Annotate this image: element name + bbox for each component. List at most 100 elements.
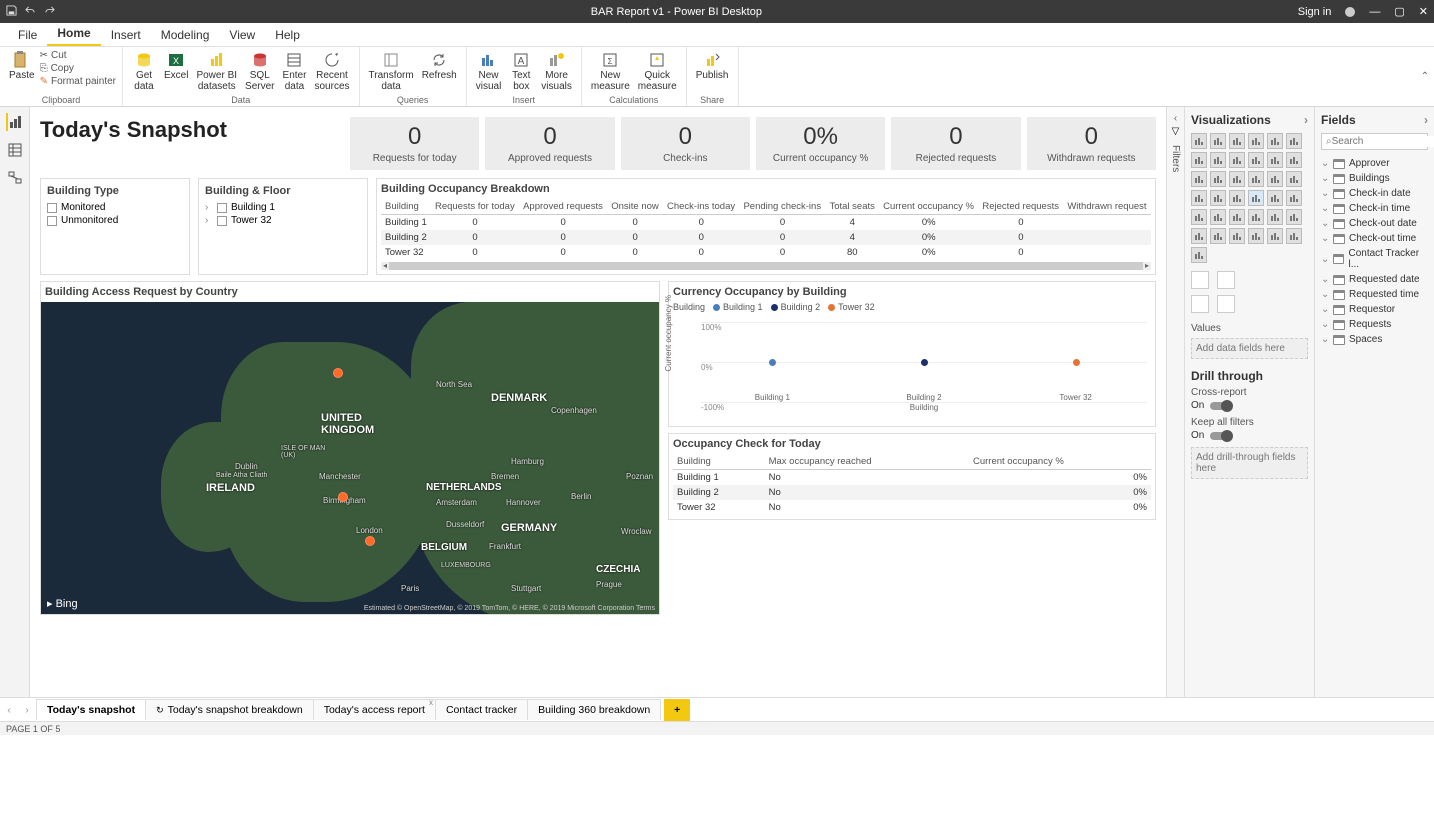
- table-row[interactable]: Building 2No0%: [673, 485, 1151, 500]
- profile-icon[interactable]: [1345, 7, 1355, 17]
- format-painter-button[interactable]: ✎Format painter: [40, 75, 116, 88]
- column-header[interactable]: Current occupancy %: [969, 454, 1151, 470]
- table-row[interactable]: Tower 3200000800%0: [381, 245, 1151, 260]
- collapse-pane-icon[interactable]: ›: [1424, 113, 1428, 127]
- viz-key-influencers-icon[interactable]: [1191, 228, 1207, 244]
- menutab-insert[interactable]: Insert: [101, 24, 151, 46]
- scatter-visual[interactable]: Currency Occupancy by Building Building …: [668, 281, 1156, 427]
- viz-stacked-area-icon[interactable]: [1229, 152, 1245, 168]
- map-marker[interactable]: [365, 536, 375, 546]
- kpi-card[interactable]: 0Requests for today: [350, 117, 479, 170]
- menutab-modeling[interactable]: Modeling: [151, 24, 220, 46]
- cut-button[interactable]: ✂Cut: [40, 49, 116, 62]
- keep-filters-toggle[interactable]: On: [1191, 430, 1308, 441]
- map-marker[interactable]: [333, 368, 343, 378]
- viz-waterfall-icon[interactable]: [1191, 171, 1207, 187]
- kpi-card[interactable]: 0Approved requests: [485, 117, 614, 170]
- column-header[interactable]: Max occupancy reached: [765, 454, 969, 470]
- viz-100-column-icon[interactable]: [1286, 133, 1302, 149]
- viz-r-icon[interactable]: [1267, 209, 1283, 225]
- enter-data-button[interactable]: Enterdata: [279, 49, 309, 95]
- viz-python-icon[interactable]: [1286, 209, 1302, 225]
- viz-shape-map-icon[interactable]: [1229, 190, 1245, 206]
- report-view-icon[interactable]: [6, 113, 24, 131]
- fields-search[interactable]: ⌕: [1321, 133, 1428, 150]
- data-point[interactable]: [921, 359, 928, 366]
- menutab-file[interactable]: File: [8, 24, 47, 46]
- slicer-option[interactable]: ›Tower 32: [205, 214, 361, 227]
- field-table[interactable]: ⌄Check-in date: [1321, 186, 1428, 201]
- scroll-thumb[interactable]: [389, 262, 1143, 270]
- fields-tab-icon[interactable]: [1191, 271, 1209, 289]
- scroll-right-icon[interactable]: ▸: [1143, 261, 1151, 270]
- excel-button[interactable]: XExcel: [161, 49, 191, 95]
- save-icon[interactable]: [6, 5, 17, 19]
- viz-clustered-column-icon[interactable]: [1248, 133, 1264, 149]
- viz-scatter-icon[interactable]: [1229, 171, 1245, 187]
- viz-ribbon-icon[interactable]: [1286, 152, 1302, 168]
- viz-filled-map-icon[interactable]: [1210, 190, 1226, 206]
- table-row[interactable]: Building 1No0%: [673, 470, 1151, 486]
- next-page-icon[interactable]: ›: [18, 704, 36, 716]
- viz-powerapps-icon[interactable]: [1286, 228, 1302, 244]
- table-row[interactable]: Tower 32No0%: [673, 500, 1151, 515]
- menutab-help[interactable]: Help: [265, 24, 310, 46]
- viz-qa-icon[interactable]: [1229, 228, 1245, 244]
- slicer-option[interactable]: Unmonitored: [47, 214, 183, 227]
- add-page-button[interactable]: +: [664, 699, 690, 721]
- page-tab[interactable]: ↻Today's snapshot breakdown: [145, 699, 314, 720]
- new-measure-button[interactable]: ΣNewmeasure: [588, 49, 633, 95]
- field-table[interactable]: ⌄Spaces: [1321, 332, 1428, 347]
- column-header[interactable]: Current occupancy %: [879, 199, 978, 215]
- viz-decomposition-icon[interactable]: [1210, 228, 1226, 244]
- close-tab-icon[interactable]: x: [429, 698, 433, 707]
- search-input[interactable]: [1332, 136, 1434, 147]
- sql-server-button[interactable]: SQLServer: [242, 49, 277, 95]
- text-box-button[interactable]: ATextbox: [506, 49, 536, 95]
- field-table[interactable]: ⌄Check-out date: [1321, 216, 1428, 231]
- menutab-home[interactable]: Home: [47, 22, 100, 46]
- collapse-pane-icon[interactable]: ›: [1304, 113, 1308, 127]
- column-header[interactable]: Building: [673, 454, 765, 470]
- field-table[interactable]: ⌄Requests: [1321, 317, 1428, 332]
- viz-donut-icon[interactable]: [1267, 171, 1283, 187]
- viz-multi-card-icon[interactable]: [1286, 190, 1302, 206]
- paste-button[interactable]: Paste: [6, 49, 38, 95]
- slicer-building-type[interactable]: Building Type MonitoredUnmonitored: [40, 178, 190, 275]
- field-table[interactable]: ⌄Requested time: [1321, 287, 1428, 302]
- values-dropwell[interactable]: Add data fields here: [1191, 338, 1308, 359]
- slicer-building-floor[interactable]: Building & Floor ›Building 1›Tower 32: [198, 178, 368, 275]
- field-table[interactable]: ⌄Requestor: [1321, 302, 1428, 317]
- building-occupancy-table[interactable]: Building Occupancy Breakdown BuildingReq…: [376, 178, 1156, 275]
- minimize-icon[interactable]: —: [1369, 6, 1380, 18]
- model-view-icon[interactable]: [6, 169, 24, 187]
- filters-pane-collapsed[interactable]: ‹ ▽ Filters: [1166, 107, 1184, 697]
- map-marker[interactable]: [338, 492, 348, 502]
- sign-in-link[interactable]: Sign in: [1298, 6, 1332, 18]
- field-table[interactable]: ⌄Check-out time: [1321, 231, 1428, 246]
- format-tab-icon[interactable]: [1217, 271, 1235, 289]
- viz-slicer-icon[interactable]: [1210, 209, 1226, 225]
- column-header[interactable]: Requests for today: [431, 199, 519, 215]
- column-header[interactable]: Withdrawn request: [1063, 199, 1151, 215]
- pbi-datasets-button[interactable]: Power BIdatasets: [193, 49, 240, 95]
- column-header[interactable]: Pending check-ins: [739, 199, 825, 215]
- occupancy-check-table[interactable]: Occupancy Check for Today BuildingMax oc…: [668, 433, 1156, 520]
- viz-100-bar-icon[interactable]: [1267, 133, 1283, 149]
- viz-area-icon[interactable]: [1210, 152, 1226, 168]
- viz-map-icon[interactable]: [1191, 190, 1207, 206]
- data-view-icon[interactable]: [6, 141, 24, 159]
- undo-icon[interactable]: [25, 5, 36, 19]
- more-visuals-button[interactable]: Morevisuals: [538, 49, 575, 95]
- redo-icon[interactable]: [44, 5, 55, 19]
- refresh-button[interactable]: Refresh: [419, 49, 460, 95]
- data-point[interactable]: [1073, 359, 1080, 366]
- viz-funnel-icon[interactable]: [1210, 171, 1226, 187]
- page-tab[interactable]: Today's snapshot: [36, 699, 146, 720]
- collapse-ribbon-icon[interactable]: ⌃: [1416, 47, 1434, 106]
- expand-left-icon[interactable]: ‹: [1174, 113, 1177, 124]
- horizontal-scrollbar[interactable]: ◂▸: [381, 262, 1151, 270]
- viz-treemap-icon[interactable]: [1286, 171, 1302, 187]
- slicer-option[interactable]: ›Building 1: [205, 201, 361, 214]
- drill-through-dropwell[interactable]: Add drill-through fields here: [1191, 447, 1308, 479]
